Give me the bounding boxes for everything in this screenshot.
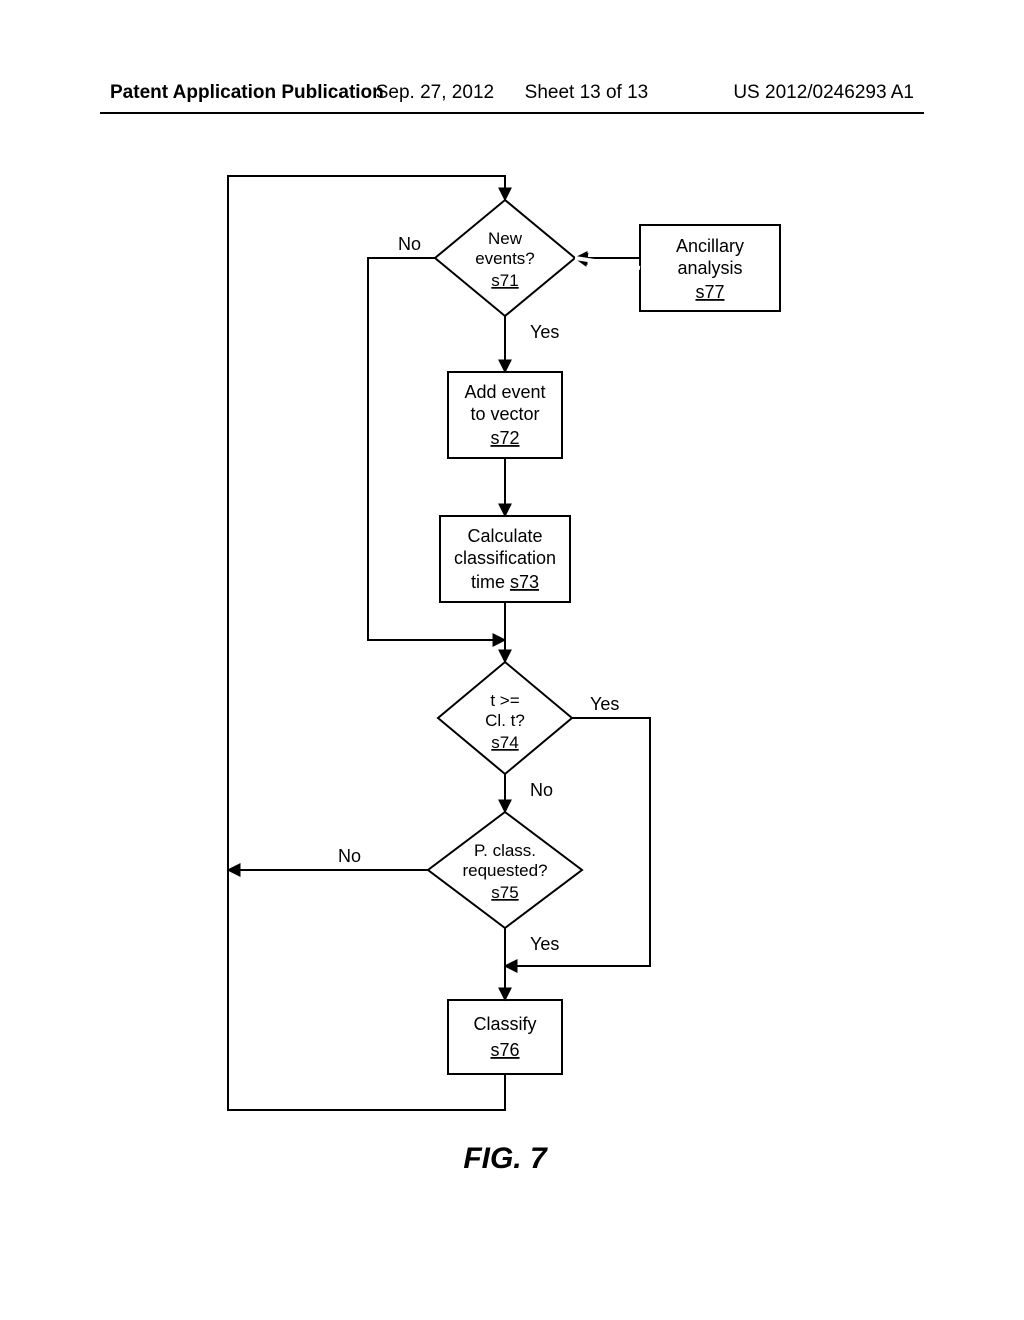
diamond-s71: New events? s71 <box>435 200 575 316</box>
d75-l2: requested? <box>462 861 547 880</box>
d74-step: s74 <box>491 733 518 752</box>
label-s71-yes: Yes <box>530 322 559 342</box>
b77-step: s77 <box>695 282 724 302</box>
label-s74-yes: Yes <box>590 694 619 714</box>
d74-l1: t >= <box>490 691 519 710</box>
flowchart: New events? s71 Ancillary analysis s77 A… <box>0 0 1024 1320</box>
b77-l2: analysis <box>677 258 742 278</box>
diamond-s75: P. class. requested? s75 <box>428 812 582 928</box>
b76-step: s76 <box>490 1040 519 1060</box>
d74-l2: Cl. t? <box>485 711 525 730</box>
box-s76: Classify s76 <box>448 1000 562 1074</box>
d75-step: s75 <box>491 883 518 902</box>
b76-l1: Classify <box>473 1014 536 1034</box>
label-s74-no: No <box>530 780 553 800</box>
b77-l1: Ancillary <box>676 236 744 256</box>
label-s75-yes: Yes <box>530 934 559 954</box>
diamond-s74: t >= Cl. t? s74 <box>438 662 572 774</box>
label-s75-no: No <box>338 846 361 866</box>
d75-l1: P. class. <box>474 841 536 860</box>
label-s71-no: No <box>398 234 421 254</box>
b72-step: s72 <box>490 428 519 448</box>
d71-step: s71 <box>491 271 518 290</box>
b73-l3: time s73 <box>471 572 539 592</box>
edge-s76-loop-s71 <box>228 176 505 1110</box>
box-s73: Calculate classification time s73 <box>440 516 570 602</box>
b72-l2: to vector <box>470 404 539 424</box>
b73-l2: classification <box>454 548 556 568</box>
b73-l1: Calculate <box>467 526 542 546</box>
d71-l1: New <box>488 229 523 248</box>
box-s77: Ancillary analysis s77 <box>640 225 780 311</box>
figure-label: FIG. 7 <box>463 1142 548 1175</box>
d71-l2: events? <box>475 249 535 268</box>
box-s72: Add event to vector s72 <box>448 372 562 458</box>
b72-l1: Add event <box>464 382 545 402</box>
